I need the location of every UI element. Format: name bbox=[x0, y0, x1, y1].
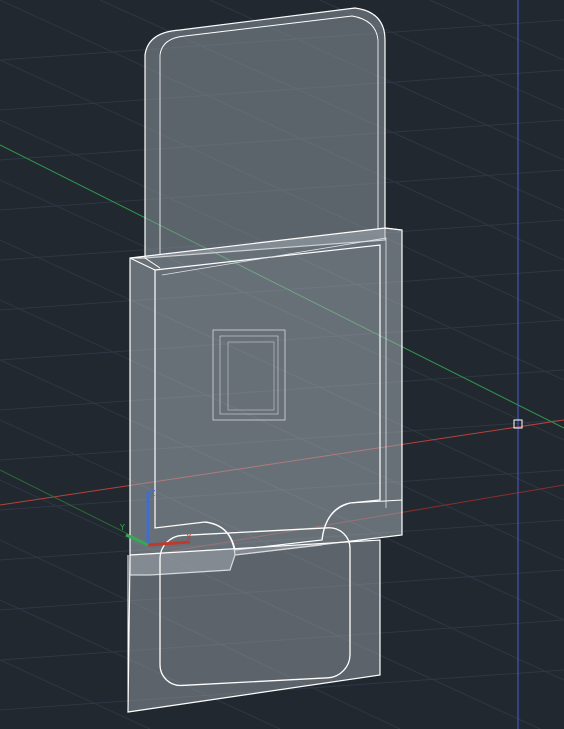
crosshair bbox=[513, 0, 523, 729]
holder-main-body bbox=[129, 227, 403, 576]
ucs-z-label: Z bbox=[150, 489, 156, 498]
bottom-tab bbox=[127, 527, 381, 713]
upper-card-panel bbox=[144, 7, 386, 259]
ucs-y-label: Y bbox=[119, 523, 125, 532]
world-y-axis-line-2 bbox=[0, 469, 151, 546]
cad-3d-viewport[interactable]: Z X Y bbox=[0, 0, 564, 729]
viewport-canvas[interactable]: Z X Y bbox=[0, 0, 564, 729]
ucs-x-label: X bbox=[186, 533, 192, 542]
